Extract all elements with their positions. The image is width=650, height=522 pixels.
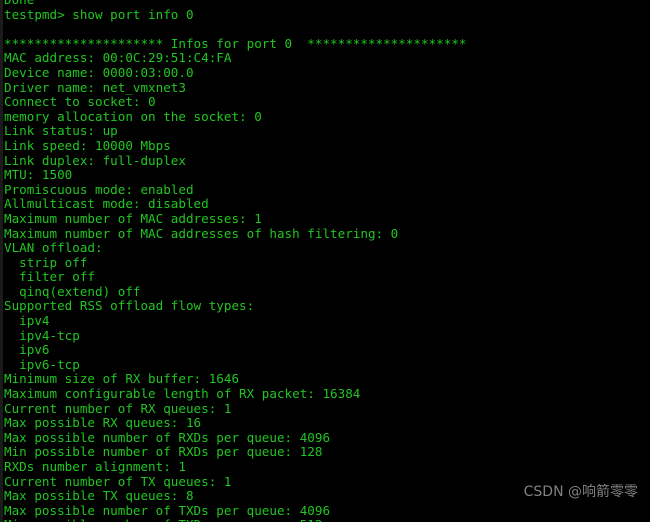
terminal-line: Link duplex: full-duplex <box>4 152 186 168</box>
terminal-line: VLAN offload: <box>4 240 103 256</box>
terminal-line: Link speed: 10000 Mbps <box>4 137 171 153</box>
terminal-line: Promiscuous mode: enabled <box>4 181 194 197</box>
terminal-line: ********************* Infos for port 0 *… <box>4 35 467 51</box>
terminal-line: filter off <box>4 269 95 285</box>
terminal-line: Max possible number of TXDs per queue: 4… <box>4 502 331 518</box>
terminal-line: testpmd> show port info 0 <box>4 6 194 22</box>
terminal-line: Maximum number of MAC addresses: 1 <box>4 210 262 226</box>
terminal-line: Max possible number of RXDs per queue: 4… <box>4 429 331 445</box>
terminal-line: qinq(extend) off <box>4 283 141 299</box>
terminal-line: Driver name: net_vmxnet3 <box>4 79 186 95</box>
terminal-line: Max possible RX queues: 16 <box>4 415 202 431</box>
terminal-line: Min possible number of TXDs per queue: 5… <box>4 518 650 522</box>
terminal-output[interactable]: Donetestpmd> show port info 0***********… <box>4 0 650 522</box>
terminal-line: Supported RSS offload flow types: <box>4 298 255 314</box>
terminal-line: Current number of RX queues: 1 <box>4 400 232 416</box>
terminal-line: MAC address: 00:0C:29:51:C4:FA <box>4 50 232 66</box>
csdn-watermark: CSDN @响箭零零 <box>523 484 638 500</box>
terminal-line: Maximum number of MAC addresses of hash … <box>4 225 399 241</box>
terminal-line: Link status: up <box>4 123 118 139</box>
terminal-line: ipv4 <box>4 313 50 329</box>
terminal-line: Connect to socket: 0 <box>4 94 156 110</box>
terminal-line: strip off <box>4 254 88 270</box>
terminal-line: Maximum configurable length of RX packet… <box>4 386 361 402</box>
terminal-line: MTU: 1500 <box>4 167 73 183</box>
terminal-line: Minimum size of RX buffer: 1646 <box>4 371 240 387</box>
terminal-line: ipv6 <box>4 342 50 358</box>
terminal-line: Device name: 0000:03:00.0 <box>4 64 194 80</box>
terminal-line: memory allocation on the socket: 0 <box>4 108 262 124</box>
terminal-line: Min possible number of RXDs per queue: 1… <box>4 444 323 460</box>
terminal-left-gutter <box>0 0 3 522</box>
terminal-line: RXDs number alignment: 1 <box>4 459 186 474</box>
terminal-line: ipv4-tcp <box>4 327 80 343</box>
terminal-window[interactable]: Donetestpmd> show port info 0***********… <box>0 0 650 522</box>
terminal-line: ipv6-tcp <box>4 356 80 372</box>
terminal-line: Allmulticast mode: disabled <box>4 196 209 212</box>
